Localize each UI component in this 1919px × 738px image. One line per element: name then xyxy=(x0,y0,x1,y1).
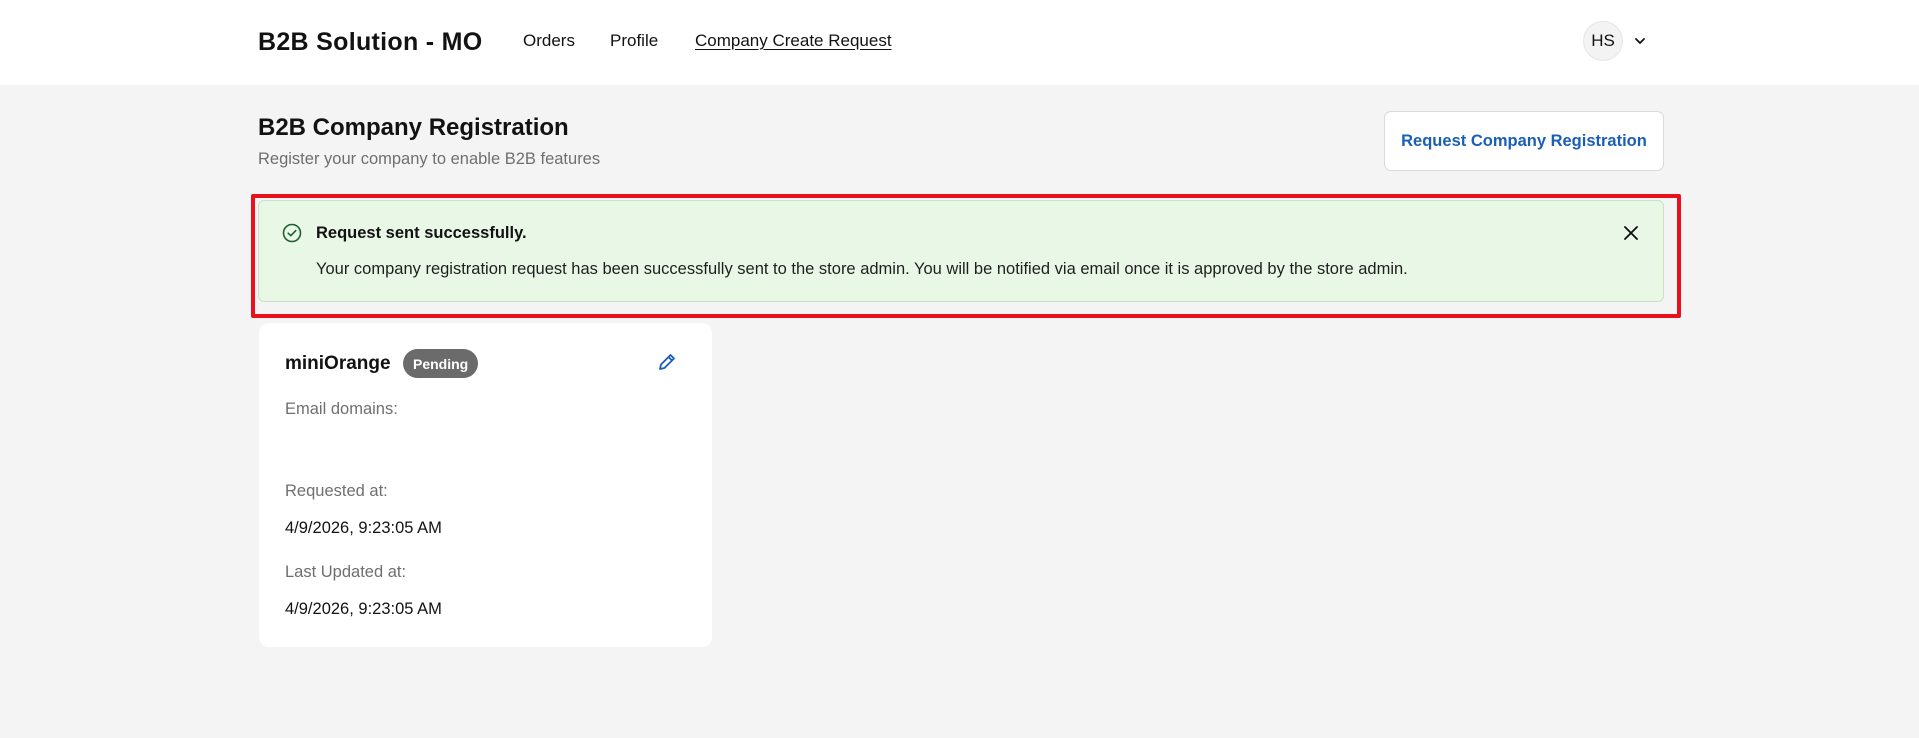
top-navigation-bar: B2B Solution - MO Orders Profile Company… xyxy=(0,0,1919,85)
page-title: B2B Company Registration xyxy=(258,114,569,141)
email-domains-label: Email domains: xyxy=(285,400,398,418)
status-badge: Pending xyxy=(403,349,479,378)
company-name: miniOrange xyxy=(285,353,391,374)
banner-title: Request sent successfully. xyxy=(316,224,527,242)
pencil-icon[interactable] xyxy=(656,351,678,373)
check-circle-icon xyxy=(282,223,302,243)
request-company-registration-button[interactable]: Request Company Registration xyxy=(1384,111,1664,171)
success-banner: Request sent successfully. Your company … xyxy=(258,200,1664,302)
account-menu[interactable]: HS xyxy=(1583,21,1647,61)
chevron-down-icon[interactable] xyxy=(1633,34,1647,48)
requested-at-label: Requested at: xyxy=(285,482,388,500)
last-updated-label: Last Updated at: xyxy=(285,563,407,581)
nav-profile[interactable]: Profile xyxy=(610,31,658,51)
store-brand[interactable]: B2B Solution - MO xyxy=(258,28,483,57)
avatar[interactable]: HS xyxy=(1583,21,1623,61)
page-subtitle: Register your company to enable B2B feat… xyxy=(258,150,601,168)
nav-company-create-request[interactable]: Company Create Request xyxy=(695,31,892,51)
company-request-card: miniOrange Pending Email domains: Reques… xyxy=(259,323,712,647)
close-icon[interactable] xyxy=(1620,222,1642,244)
requested-at-value: 4/9/2026, 9:23:05 AM xyxy=(285,519,442,537)
nav-orders[interactable]: Orders xyxy=(523,31,575,51)
banner-message: Your company registration request has be… xyxy=(316,260,1408,278)
last-updated-value: 4/9/2026, 9:23:05 AM xyxy=(285,600,442,618)
email-domains-value xyxy=(285,436,405,464)
